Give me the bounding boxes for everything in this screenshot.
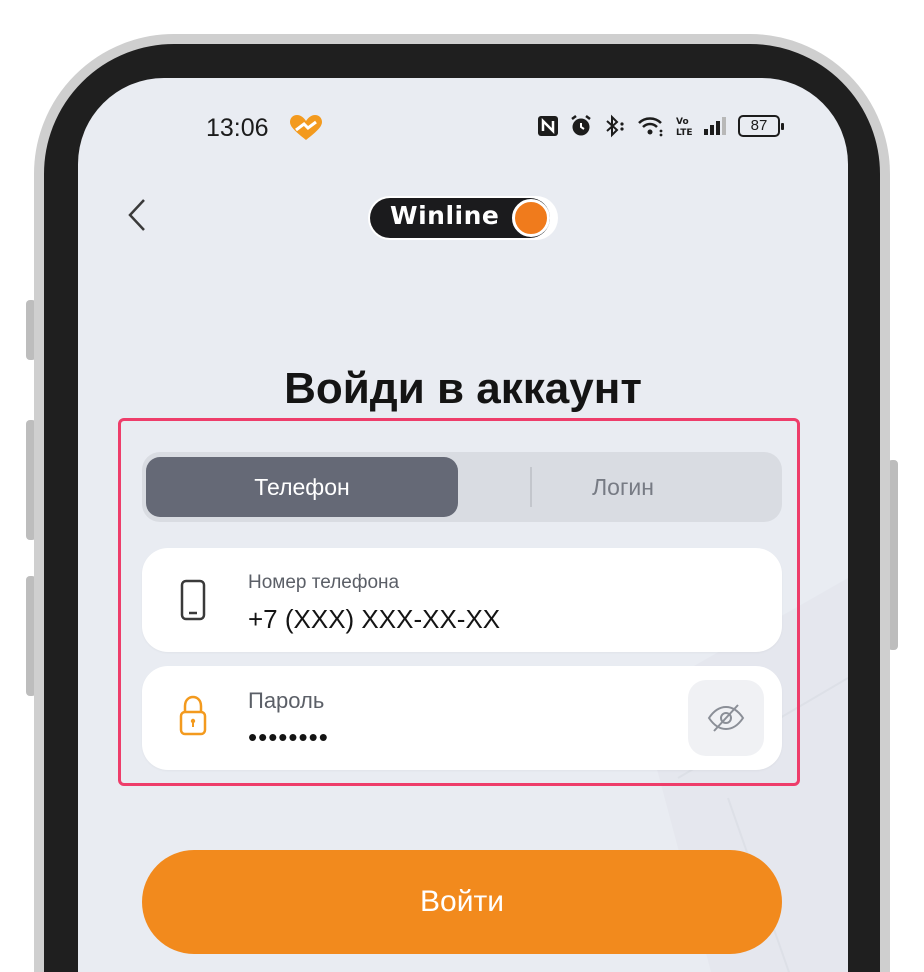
chevron-left-icon: [128, 199, 145, 231]
winline-logo: Winline: [368, 196, 558, 240]
status-bar: 13:06 Vo LTE 87: [78, 112, 848, 152]
highlight-box: [118, 418, 800, 786]
svg-text:LTE: LTE: [676, 128, 693, 138]
alarm-icon: [571, 115, 591, 136]
login-button[interactable]: Войти: [142, 850, 782, 954]
svg-text:Vo: Vo: [676, 117, 689, 127]
wifi-icon: [638, 117, 663, 137]
battery-icon: 87: [738, 115, 784, 137]
nfc-icon: [538, 116, 558, 136]
status-icons: Vo LTE 87: [536, 114, 784, 138]
signal-icon: [704, 117, 726, 135]
heart-icon: [290, 115, 322, 140]
bluetooth-icon: [606, 114, 624, 138]
volte-icon: Vo LTE: [676, 117, 693, 138]
back-button[interactable]: [118, 190, 158, 240]
logo-dot: [512, 199, 550, 237]
status-time: 13:06: [206, 114, 269, 142]
page-title: Войди в аккаунт: [284, 364, 642, 413]
logo-text: Winline: [390, 201, 500, 230]
